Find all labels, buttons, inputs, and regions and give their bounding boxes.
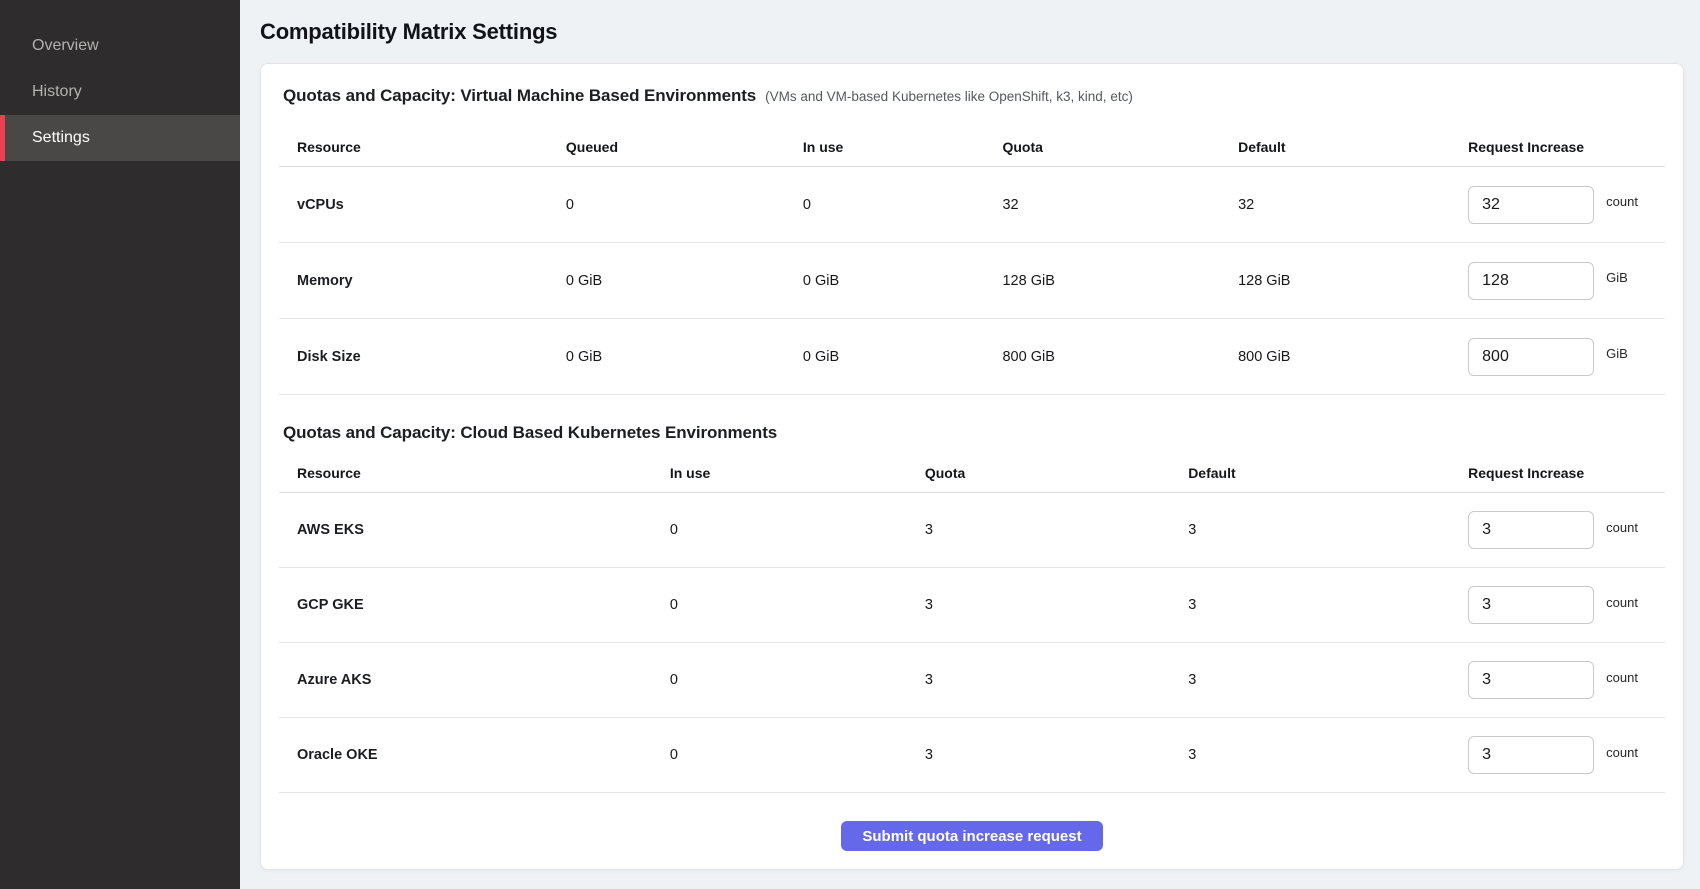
queued-value: 0	[566, 197, 803, 213]
column-header-resource: Resource	[279, 139, 566, 155]
section-subtitle: (VMs and VM-based Kubernetes like OpenSh…	[765, 85, 1133, 109]
in-use-value: 0	[803, 197, 1003, 213]
submit-quota-increase-button[interactable]: Submit quota increase request	[841, 821, 1102, 851]
unit-label: count	[1606, 194, 1638, 209]
column-header-in-use: In use	[803, 139, 1003, 155]
request-increase-cell: count	[1468, 511, 1665, 549]
table-header-row: Resource In use Quota Default Request In…	[279, 453, 1665, 493]
submit-button-row: Submit quota increase request	[279, 821, 1665, 851]
column-header-quota: Quota	[1002, 139, 1238, 155]
table-row-aws-eks: AWS EKS 0 3 3 count	[279, 493, 1665, 568]
column-header-default: Default	[1238, 139, 1468, 155]
queued-value: 0 GiB	[566, 273, 803, 289]
resource-name: AWS EKS	[279, 522, 670, 538]
resource-name: GCP GKE	[279, 597, 670, 613]
unit-label: count	[1606, 745, 1638, 760]
column-header-queued: Queued	[566, 139, 803, 155]
unit-label: GiB	[1606, 346, 1628, 361]
section-header: Quotas and Capacity: Cloud Based Kuberne…	[279, 421, 1665, 445]
quota-value: 3	[925, 747, 1188, 763]
vcpus-request-input[interactable]	[1468, 186, 1594, 224]
column-header-request-increase: Request Increase	[1468, 139, 1665, 155]
column-header-default: Default	[1188, 465, 1468, 481]
table-row-memory: Memory 0 GiB 0 GiB 128 GiB 128 GiB GiB	[279, 243, 1665, 319]
column-header-resource: Resource	[279, 465, 670, 481]
column-header-in-use: In use	[670, 465, 925, 481]
section-vm-environments: Quotas and Capacity: Virtual Machine Bas…	[279, 84, 1665, 395]
sidebar-item-overview[interactable]: Overview	[0, 23, 240, 69]
queued-value: 0 GiB	[566, 349, 803, 365]
page-title: Compatibility Matrix Settings	[260, 18, 1684, 46]
main-content: Compatibility Matrix Settings Quotas and…	[240, 0, 1700, 889]
cloud-k8s-quota-table: Resource In use Quota Default Request In…	[279, 453, 1665, 793]
sidebar-item-history[interactable]: History	[0, 69, 240, 115]
request-increase-cell: GiB	[1468, 262, 1665, 300]
default-value: 800 GiB	[1238, 349, 1468, 365]
default-value: 3	[1188, 597, 1468, 613]
in-use-value: 0	[670, 522, 925, 538]
table-row-gcp-gke: GCP GKE 0 3 3 count	[279, 568, 1665, 643]
default-value: 32	[1238, 197, 1468, 213]
gcp-gke-request-input[interactable]	[1468, 586, 1594, 624]
request-increase-cell: GiB	[1468, 338, 1665, 376]
azure-aks-request-input[interactable]	[1468, 661, 1594, 699]
quota-value: 800 GiB	[1002, 349, 1238, 365]
quota-value: 32	[1002, 197, 1238, 213]
aws-eks-request-input[interactable]	[1468, 511, 1594, 549]
table-row-vcpus: vCPUs 0 0 32 32 count	[279, 167, 1665, 243]
resource-name: vCPUs	[279, 197, 566, 213]
in-use-value: 0	[670, 672, 925, 688]
default-value: 128 GiB	[1238, 273, 1468, 289]
resource-name: Memory	[279, 273, 566, 289]
sidebar-item-settings[interactable]: Settings	[0, 115, 240, 161]
quota-value: 128 GiB	[1002, 273, 1238, 289]
resource-name: Oracle OKE	[279, 747, 670, 763]
unit-label: count	[1606, 670, 1638, 685]
column-header-request-increase: Request Increase	[1468, 465, 1665, 481]
section-cloud-k8s-environments: Quotas and Capacity: Cloud Based Kuberne…	[279, 421, 1665, 793]
vm-quota-table: Resource Queued In use Quota Default Req…	[279, 127, 1665, 395]
oracle-oke-request-input[interactable]	[1468, 736, 1594, 774]
sidebar: Overview History Settings	[0, 0, 240, 889]
request-increase-cell: count	[1468, 661, 1665, 699]
request-increase-cell: count	[1468, 186, 1665, 224]
section-header: Quotas and Capacity: Virtual Machine Bas…	[279, 84, 1665, 109]
section-title: Quotas and Capacity: Virtual Machine Bas…	[283, 84, 756, 108]
quota-settings-card: Quotas and Capacity: Virtual Machine Bas…	[260, 63, 1684, 870]
default-value: 3	[1188, 747, 1468, 763]
table-header-row: Resource Queued In use Quota Default Req…	[279, 127, 1665, 167]
quota-value: 3	[925, 522, 1188, 538]
table-row-disk-size: Disk Size 0 GiB 0 GiB 800 GiB 800 GiB Gi…	[279, 319, 1665, 395]
in-use-value: 0	[670, 747, 925, 763]
column-header-quota: Quota	[925, 465, 1188, 481]
disk-size-request-input[interactable]	[1468, 338, 1594, 376]
default-value: 3	[1188, 672, 1468, 688]
table-row-oracle-oke: Oracle OKE 0 3 3 count	[279, 718, 1665, 793]
request-increase-cell: count	[1468, 586, 1665, 624]
in-use-value: 0	[670, 597, 925, 613]
in-use-value: 0 GiB	[803, 349, 1003, 365]
unit-label: count	[1606, 520, 1638, 535]
request-increase-cell: count	[1468, 736, 1665, 774]
unit-label: GiB	[1606, 270, 1628, 285]
memory-request-input[interactable]	[1468, 262, 1594, 300]
in-use-value: 0 GiB	[803, 273, 1003, 289]
section-title: Quotas and Capacity: Cloud Based Kuberne…	[283, 421, 777, 445]
quota-value: 3	[925, 597, 1188, 613]
quota-value: 3	[925, 672, 1188, 688]
default-value: 3	[1188, 522, 1468, 538]
unit-label: count	[1606, 595, 1638, 610]
resource-name: Azure AKS	[279, 672, 670, 688]
table-row-azure-aks: Azure AKS 0 3 3 count	[279, 643, 1665, 718]
resource-name: Disk Size	[279, 349, 566, 365]
